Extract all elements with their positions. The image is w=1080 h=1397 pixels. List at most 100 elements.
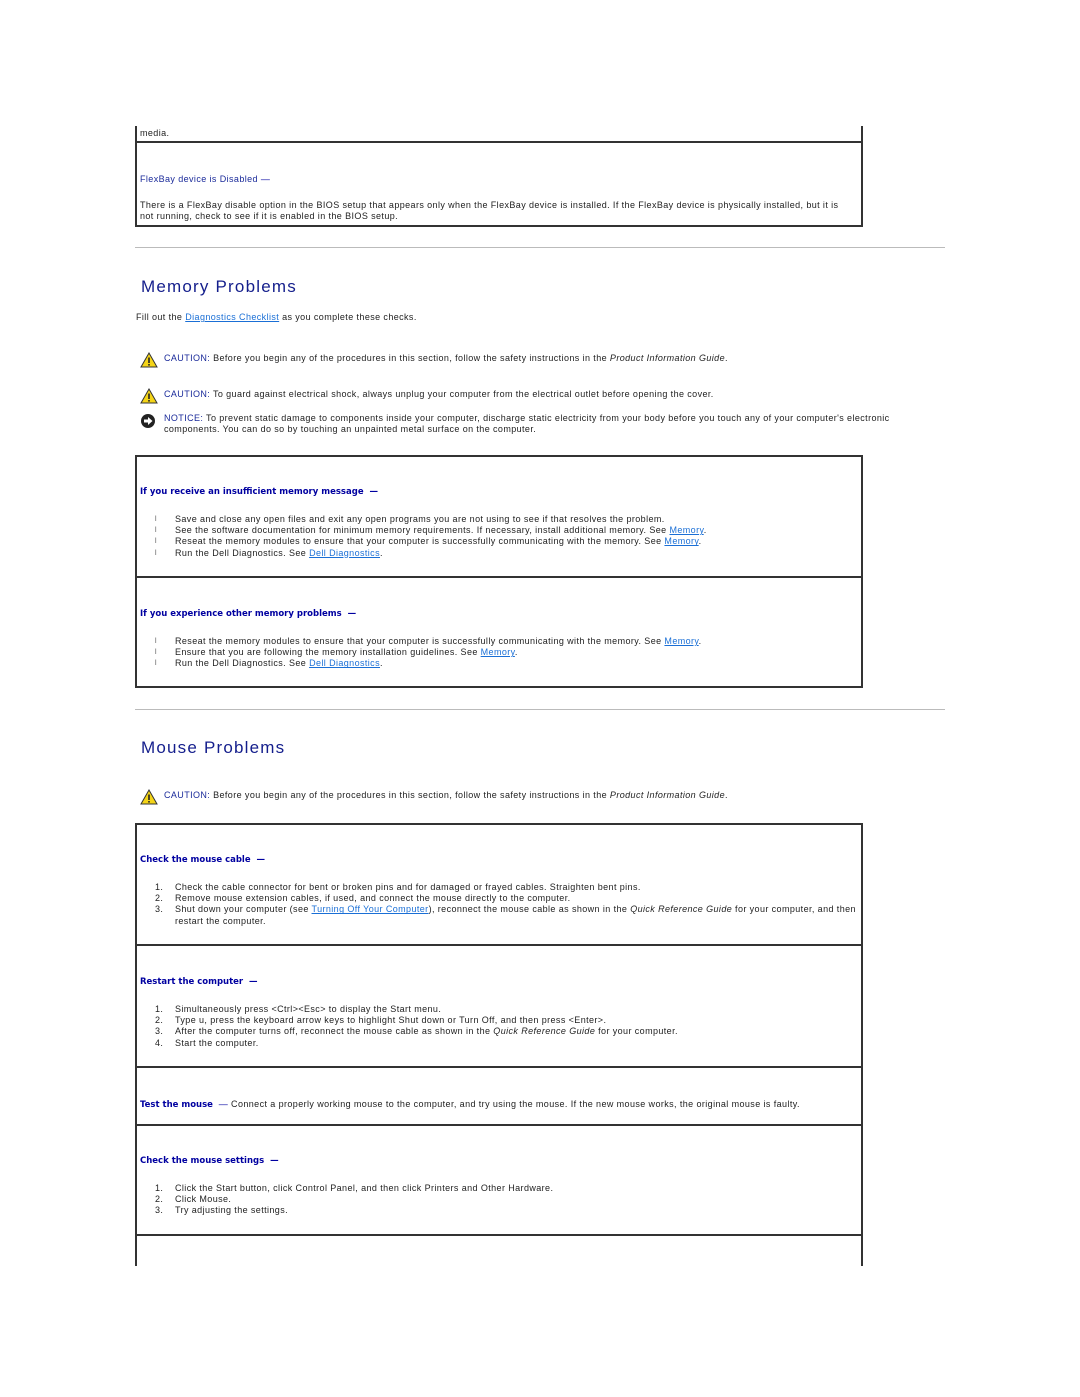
list-item: 1. Check the cable connector for bent or …: [155, 882, 860, 893]
intro-text-end: as you complete these checks.: [279, 312, 417, 322]
item-text: for your computer.: [595, 1026, 678, 1037]
list-item: l Reseat the memory modules to ensure tha…: [155, 636, 855, 647]
bullet-icon: l: [155, 516, 157, 523]
table-divider: [135, 1234, 863, 1236]
table-divider: [135, 141, 863, 143]
item-text: Simultaneously press <Ctrl><Esc> to disp…: [175, 1004, 442, 1014]
other-memory-list: l Reseat the memory modules to ensure tha…: [155, 636, 855, 670]
list-item: 1. Click the Start button, click Control …: [155, 1183, 855, 1194]
list-item: 1. Simultaneously press <Ctrl><Esc> to di…: [155, 1004, 855, 1015]
product-info-guide: Product Information Guide: [609, 353, 725, 363]
memory-problems-title: Memory Problems: [141, 277, 297, 296]
list-item: l Run the Dell Diagnostics. See Dell Diag…: [155, 658, 855, 669]
quick-reference-guide: Quick Reference Guide: [493, 1026, 596, 1037]
memory-link[interactable]: Memory: [664, 636, 698, 646]
item-text: Try adjusting the settings.: [175, 1205, 289, 1216]
notice-icon: [141, 414, 155, 428]
restart-computer-heading: Restart the computer —: [140, 977, 855, 988]
item-text: Start the computer.: [175, 1037, 259, 1048]
list-item: 2. Type u, press the keyboard arrow keys …: [155, 1015, 855, 1026]
list-item: l Run the Dell Diagnostics. See Dell Diag…: [155, 548, 855, 559]
intro-text: Fill out the: [136, 312, 186, 322]
turning-off-computer-link[interactable]: Turning Off Your Computer: [312, 904, 429, 914]
caution-label: CAUTION:: [164, 353, 211, 363]
caution-icon: [140, 352, 158, 368]
list-item: 3. Shut down your computer (see Turning O…: [155, 904, 860, 926]
item-end: .: [703, 525, 707, 536]
mouse-settings-steps: 1. Click the Start button, click Control …: [155, 1183, 855, 1217]
table-divider: [135, 1066, 863, 1068]
bullet-icon: l: [155, 649, 157, 657]
item-text: Ensure that you are following the memory…: [175, 647, 481, 658]
diagnostics-checklist-link[interactable]: Diagnostics Checklist: [185, 312, 279, 322]
step-number: 2.: [155, 1015, 164, 1026]
flexbay-heading: FlexBay device is Disabled —: [140, 174, 855, 185]
notice-text: To prevent static damage to components i…: [164, 413, 890, 434]
table-divider: [135, 823, 863, 825]
list-item: l Reseat the memory modules to ensure tha…: [155, 536, 855, 547]
item-text: Shut down your computer (see: [175, 904, 312, 915]
caution-text: Before you begin any of the procedures i…: [210, 353, 610, 363]
list-item: l Save and close any open files and exit …: [155, 514, 855, 525]
test-mouse-heading: Test the mouse: [140, 1100, 213, 1110]
memory-link[interactable]: Memory: [669, 525, 703, 535]
caution-text: To guard against electrical shock, alway…: [210, 389, 714, 399]
step-number: 3.: [155, 1026, 164, 1037]
item-text: See the software documentation for minim…: [175, 525, 670, 536]
item-text: Run the Dell Diagnostics. See: [175, 547, 310, 558]
item-text: Click the Start button, click Control Pa…: [175, 1183, 554, 1193]
item-end: .: [514, 647, 518, 658]
caution-label: CAUTION:: [164, 790, 211, 800]
item-text: Reseat the memory modules to ensure that…: [175, 636, 665, 646]
step-number: 1.: [155, 1183, 164, 1193]
caution-icon: [140, 789, 158, 805]
list-item: 2. Click Mouse.: [155, 1194, 855, 1205]
memory-link[interactable]: Memory: [481, 647, 515, 657]
heading-label: If you receive an insufficient memory me…: [140, 487, 364, 497]
bullet-icon: l: [155, 660, 157, 668]
caution-end: .: [724, 790, 728, 800]
heading-dash: —: [369, 487, 379, 497]
caution-icon: [140, 388, 158, 404]
heading-dash: —: [347, 609, 357, 619]
insufficient-memory-list: l Save and close any open files and exit …: [155, 514, 855, 559]
item-text: Reseat the memory modules to ensure that…: [175, 536, 665, 547]
mouse-problems-title: Mouse Problems: [141, 738, 286, 757]
item-text: Run the Dell Diagnostics. See: [175, 658, 310, 669]
step-number: 2.: [155, 893, 164, 904]
table-divider: [135, 686, 863, 688]
test-mouse-row: Test the mouse — Connect a properly work…: [140, 1099, 855, 1111]
list-item: 3. Try adjusting the settings.: [155, 1205, 855, 1216]
test-mouse-text: Connect a properly working mouse to the …: [228, 1099, 800, 1109]
item-end: .: [698, 536, 702, 547]
heading-dash: —: [270, 1156, 279, 1166]
flexbay-heading-label: FlexBay device is Disabled: [140, 174, 258, 184]
quick-reference-guide: Quick Reference Guide: [630, 904, 733, 915]
list-item: 4. Start the computer.: [155, 1038, 855, 1049]
section-divider: [135, 247, 945, 248]
item-text: Save and close any open files and exit a…: [175, 514, 665, 524]
step-number: 3.: [155, 1205, 164, 1216]
caution-text: Before you begin any of the procedures i…: [210, 790, 610, 800]
other-memory-problems-heading: If you experience other memory problems …: [140, 609, 855, 620]
notice-label: NOTICE:: [164, 413, 204, 423]
heading-label: If you experience other memory problems: [140, 609, 342, 619]
list-item: l See the software documentation for mini…: [155, 525, 855, 536]
step-number: 1.: [155, 882, 164, 892]
dell-diagnostics-link[interactable]: Dell Diagnostics: [309, 548, 380, 558]
item-end: .: [380, 658, 383, 669]
memory-link[interactable]: Memory: [664, 536, 698, 546]
bullet-icon: l: [155, 638, 157, 645]
table-divider: [135, 225, 863, 227]
item-text: ), reconnect the mouse cable as shown in…: [428, 904, 631, 915]
heading-label: Check the mouse settings: [140, 1156, 265, 1166]
dell-diagnostics-link[interactable]: Dell Diagnostics: [309, 658, 380, 668]
step-number: 2.: [155, 1194, 164, 1205]
bullet-icon: l: [155, 538, 157, 546]
caution-label: CAUTION:: [164, 389, 211, 399]
flexbay-text: There is a FlexBay disable option in the…: [140, 200, 839, 221]
list-item: 3. After the computer turns off, reconnec…: [155, 1026, 855, 1037]
mouse-cable-steps: 1. Check the cable connector for bent or …: [155, 882, 860, 927]
item-text: Click Mouse.: [175, 1194, 232, 1205]
insufficient-memory-heading: If you receive an insufficient memory me…: [140, 487, 855, 498]
